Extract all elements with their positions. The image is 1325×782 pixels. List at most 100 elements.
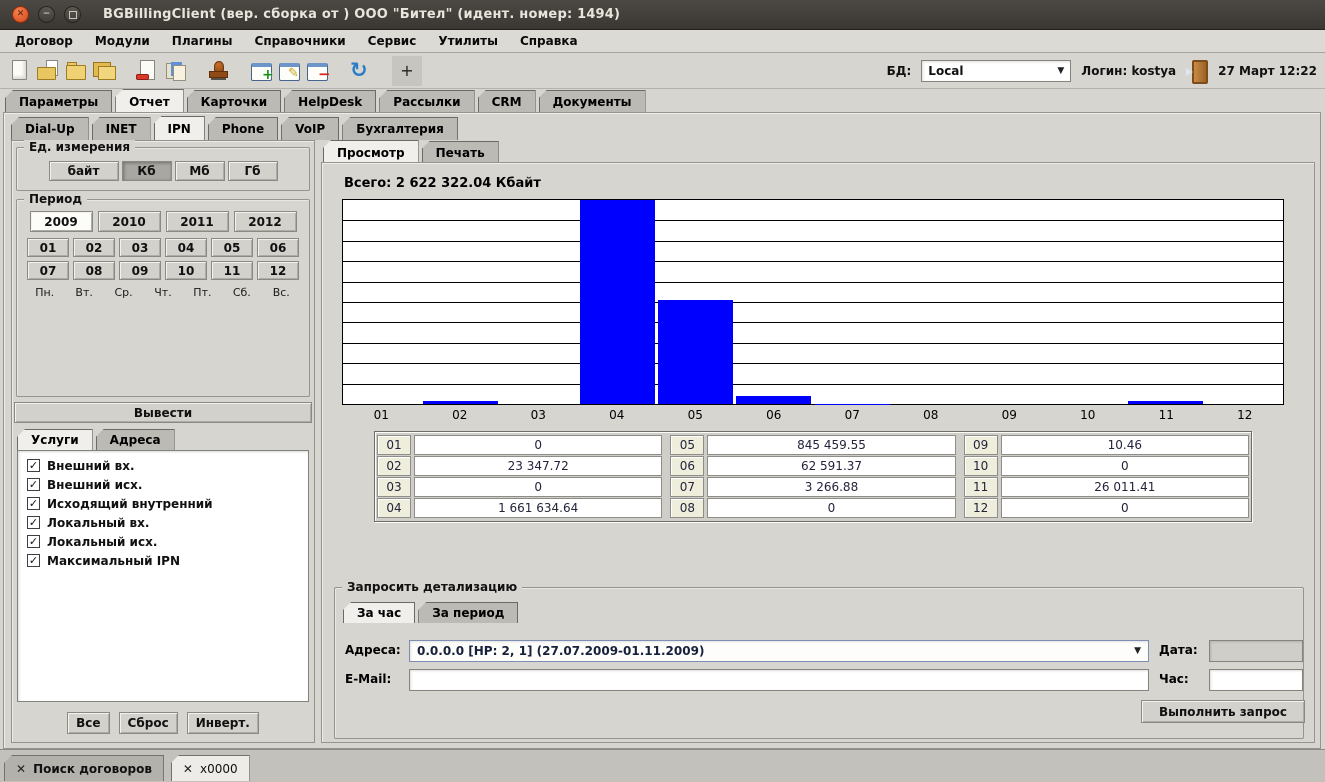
open-document-icon[interactable] bbox=[35, 57, 61, 85]
month-button-02[interactable]: 02 bbox=[73, 238, 115, 257]
email-field[interactable] bbox=[409, 669, 1149, 691]
month-button-07[interactable]: 07 bbox=[27, 261, 69, 280]
checkbox-checked-icon[interactable]: ✓ bbox=[27, 459, 40, 472]
main-tab-7[interactable]: Документы bbox=[539, 90, 646, 113]
bottom-tab-label: x0000 bbox=[200, 762, 238, 776]
menu-item-5[interactable]: Сервис bbox=[357, 31, 428, 51]
main-tab-1[interactable]: Параметры bbox=[5, 90, 112, 113]
month-button-08[interactable]: 08 bbox=[73, 261, 115, 280]
main-tab-6[interactable]: CRM bbox=[478, 90, 536, 113]
month-button-12[interactable]: 12 bbox=[257, 261, 299, 280]
unit-button-4[interactable]: Гб bbox=[228, 161, 278, 181]
month-button-04[interactable]: 04 bbox=[165, 238, 207, 257]
month-button-11[interactable]: 11 bbox=[211, 261, 253, 280]
datetime-label: 27 Март 12:22 bbox=[1218, 64, 1317, 78]
window-minimize-button[interactable]: − bbox=[38, 6, 55, 23]
unit-button-2[interactable]: Кб bbox=[122, 161, 172, 181]
table-month-cell: 07 bbox=[670, 477, 704, 497]
checkbox-checked-icon[interactable]: ✓ bbox=[27, 497, 40, 510]
menu-item-6[interactable]: Утилиты bbox=[427, 31, 509, 51]
add-tab-button[interactable]: + bbox=[392, 56, 422, 86]
window-edit-icon[interactable] bbox=[276, 57, 302, 85]
stamp-icon[interactable] bbox=[205, 57, 231, 85]
bottom-tab-2[interactable]: ✕ x0000 bbox=[171, 755, 250, 781]
window-remove-icon[interactable] bbox=[304, 57, 330, 85]
module-tab-4[interactable]: Phone bbox=[208, 117, 278, 140]
folder-stack-icon[interactable] bbox=[91, 57, 117, 85]
service-item-1[interactable]: ✓Внешний вх. bbox=[18, 456, 308, 475]
service-item-2[interactable]: ✓Внешний исх. bbox=[18, 475, 308, 494]
module-tabs: Dial-UpINETIPNPhoneVoIPБухгалтерия bbox=[11, 116, 458, 140]
db-select-value: Local bbox=[928, 64, 963, 78]
month-button-10[interactable]: 10 bbox=[165, 261, 207, 280]
window-maximize-button[interactable] bbox=[64, 6, 81, 23]
menu-item-3[interactable]: Плагины bbox=[161, 31, 244, 51]
checkbox-checked-icon[interactable]: ✓ bbox=[27, 478, 40, 491]
exit-door-icon[interactable] bbox=[1186, 58, 1208, 84]
menu-item-1[interactable]: Договор bbox=[4, 31, 84, 51]
selection-button-2[interactable]: Сброс bbox=[119, 712, 178, 734]
close-icon[interactable]: ✕ bbox=[16, 762, 26, 776]
year-button-2011[interactable]: 2011 bbox=[166, 211, 229, 232]
address-select[interactable]: 0.0.0.0 [HP: 2, 1] (27.07.2009-01.11.200… bbox=[409, 640, 1149, 662]
close-icon[interactable]: ✕ bbox=[183, 762, 193, 776]
render-button[interactable]: Вывести bbox=[14, 402, 312, 423]
folder-icon[interactable] bbox=[63, 57, 89, 85]
unit-button-3[interactable]: Мб bbox=[175, 161, 225, 181]
paste-document-icon[interactable] bbox=[162, 57, 188, 85]
report-view: Всего: 2 622 322.04 Кбайт 01020304050607… bbox=[321, 162, 1315, 743]
menu-item-4[interactable]: Справочники bbox=[244, 31, 357, 51]
filter-tab-1[interactable]: Услуги bbox=[17, 429, 93, 450]
chart-x-label: 11 bbox=[1127, 408, 1206, 422]
menu-item-7[interactable]: Справка bbox=[509, 31, 589, 51]
module-tab-5[interactable]: VoIP bbox=[281, 117, 339, 140]
year-button-2009[interactable]: 2009 bbox=[30, 211, 93, 232]
detail-tab-2[interactable]: За период bbox=[418, 602, 518, 623]
module-tab-6[interactable]: Бухгалтерия bbox=[342, 117, 458, 140]
main-tab-4[interactable]: HelpDesk bbox=[284, 90, 376, 113]
month-button-05[interactable]: 05 bbox=[211, 238, 253, 257]
month-button-09[interactable]: 09 bbox=[119, 261, 161, 280]
checkbox-checked-icon[interactable]: ✓ bbox=[27, 554, 40, 567]
main-tab-2[interactable]: Отчет bbox=[115, 89, 184, 113]
hour-field[interactable] bbox=[1209, 669, 1303, 691]
module-tab-1[interactable]: Dial-Up bbox=[11, 117, 89, 140]
filter-tab-2[interactable]: Адреса bbox=[96, 429, 175, 450]
detail-tab-1[interactable]: За час bbox=[343, 602, 415, 623]
chart-x-label: 07 bbox=[813, 408, 892, 422]
year-button-2012[interactable]: 2012 bbox=[234, 211, 297, 232]
main-tab-3[interactable]: Карточки bbox=[187, 90, 282, 113]
chart-x-label: 02 bbox=[421, 408, 500, 422]
new-document-icon[interactable] bbox=[7, 57, 33, 85]
remove-document-icon[interactable] bbox=[134, 57, 160, 85]
chart-bar-slot bbox=[500, 200, 578, 404]
execute-query-button[interactable]: Выполнить запрос bbox=[1141, 700, 1305, 723]
service-item-6[interactable]: ✓Максимальный IPN bbox=[18, 551, 308, 570]
refresh-icon[interactable] bbox=[347, 57, 373, 85]
module-tab-2[interactable]: INET bbox=[92, 117, 151, 140]
window-close-button[interactable]: ✕ bbox=[12, 6, 29, 23]
period-title: Период bbox=[24, 192, 87, 206]
checkbox-checked-icon[interactable]: ✓ bbox=[27, 516, 40, 529]
view-tab-2[interactable]: Печать bbox=[422, 141, 499, 164]
unit-button-1[interactable]: байт bbox=[49, 161, 119, 181]
view-tab-1[interactable]: Просмотр bbox=[323, 140, 419, 164]
db-select[interactable]: Local ▼ bbox=[921, 60, 1071, 82]
month-button-06[interactable]: 06 bbox=[257, 238, 299, 257]
checkbox-checked-icon[interactable]: ✓ bbox=[27, 535, 40, 548]
service-label: Локальный исх. bbox=[47, 535, 157, 549]
bottom-tab-1[interactable]: ✕Поиск договоров bbox=[4, 755, 164, 781]
module-tab-3[interactable]: IPN bbox=[154, 116, 205, 140]
selection-button-1[interactable]: Все bbox=[67, 712, 109, 734]
service-item-4[interactable]: ✓Локальный вх. bbox=[18, 513, 308, 532]
menu-item-2[interactable]: Модули bbox=[84, 31, 161, 51]
main-tab-5[interactable]: Рассылки bbox=[379, 90, 474, 113]
year-button-2010[interactable]: 2010 bbox=[98, 211, 161, 232]
month-button-01[interactable]: 01 bbox=[27, 238, 69, 257]
service-item-5[interactable]: ✓ Локальный исх. bbox=[18, 532, 308, 551]
month-button-03[interactable]: 03 bbox=[119, 238, 161, 257]
table-value-cell: 845 459.55 bbox=[707, 435, 955, 455]
selection-button-3[interactable]: Инверт. bbox=[187, 712, 259, 734]
window-add-icon[interactable] bbox=[248, 57, 274, 85]
service-item-3[interactable]: ✓Исходящий внутренний bbox=[18, 494, 308, 513]
